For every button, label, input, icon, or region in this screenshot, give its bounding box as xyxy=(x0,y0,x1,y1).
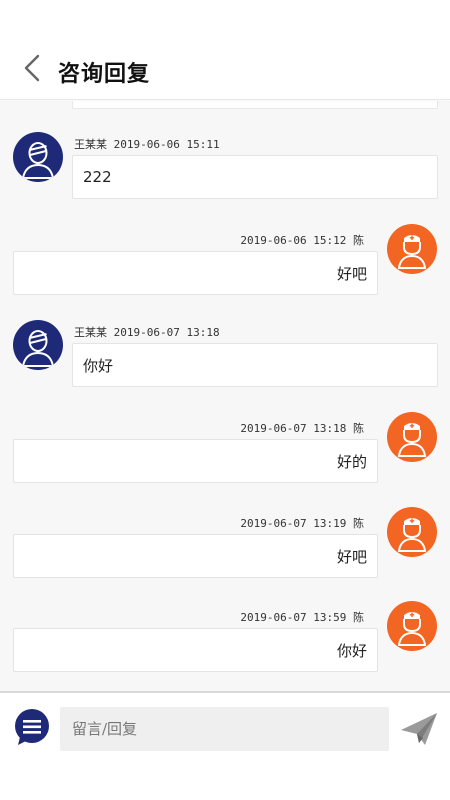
reply-bar xyxy=(0,691,450,800)
message-text: 好吧 xyxy=(336,547,367,566)
message-time: 2019-06-07 13:59 xyxy=(240,611,347,624)
chevron-left-icon xyxy=(24,54,40,82)
user-avatar-icon[interactable] xyxy=(13,132,63,182)
message-meta: 王某某 2019-06-06 15:11 xyxy=(74,136,220,152)
doctor-avatar-icon[interactable] xyxy=(387,507,437,557)
previous-message-bubble xyxy=(72,101,438,109)
message-bubble[interactable]: 好的 xyxy=(13,439,378,483)
message-time: 2019-06-06 15:12 xyxy=(240,234,347,247)
top-bar: 咨询回复 xyxy=(0,0,450,100)
sender-name: 陈 xyxy=(353,517,364,530)
message-meta: 2019-06-06 15:12 陈 xyxy=(240,232,364,248)
doctor-avatar-icon[interactable] xyxy=(387,601,437,651)
message-bubble[interactable]: 好吧 xyxy=(13,534,378,578)
page-title: 咨询回复 xyxy=(58,61,151,87)
message-meta: 2019-06-07 13:59 陈 xyxy=(240,609,364,625)
message-time: 2019-06-06 15:11 xyxy=(113,138,220,151)
doctor-avatar-icon[interactable] xyxy=(387,224,437,274)
send-button[interactable] xyxy=(398,709,440,749)
back-button[interactable] xyxy=(14,50,50,86)
message-meta: 2019-06-07 13:19 陈 xyxy=(240,515,364,531)
message-bubble[interactable]: 你好 xyxy=(13,628,378,672)
message-time: 2019-06-07 13:19 xyxy=(240,517,347,530)
message-meta: 王某某 2019-06-07 13:18 xyxy=(74,324,220,340)
message-bubble[interactable]: 好吧 xyxy=(13,251,378,295)
message-bubble[interactable]: 222 xyxy=(72,155,438,199)
message-text: 222 xyxy=(83,168,112,186)
paper-plane-icon xyxy=(401,713,437,745)
sender-name: 陈 xyxy=(353,234,364,247)
user-avatar-icon[interactable] xyxy=(13,320,63,370)
message-text: 你好 xyxy=(336,641,367,660)
sender-name: 陈 xyxy=(353,611,364,624)
sender-name: 王某某 xyxy=(74,138,107,151)
message-bubble[interactable]: 你好 xyxy=(72,343,438,387)
reply-input[interactable] xyxy=(60,707,389,751)
chat-list[interactable]: 王某某 2019-06-06 15:11 222 2019-06-06 15:12 … xyxy=(0,101,450,691)
message-meta: 2019-06-07 13:18 陈 xyxy=(240,420,364,436)
sender-name: 陈 xyxy=(353,422,364,435)
doctor-avatar-icon[interactable] xyxy=(387,412,437,462)
message-time: 2019-06-07 13:18 xyxy=(113,326,220,339)
menu-bubble-icon xyxy=(15,709,49,745)
message-text: 好吧 xyxy=(336,264,367,283)
menu-button[interactable] xyxy=(12,707,52,747)
sender-name: 王某某 xyxy=(74,326,107,339)
message-text: 好的 xyxy=(336,452,367,471)
message-time: 2019-06-07 13:18 xyxy=(240,422,347,435)
message-text: 你好 xyxy=(83,356,114,375)
